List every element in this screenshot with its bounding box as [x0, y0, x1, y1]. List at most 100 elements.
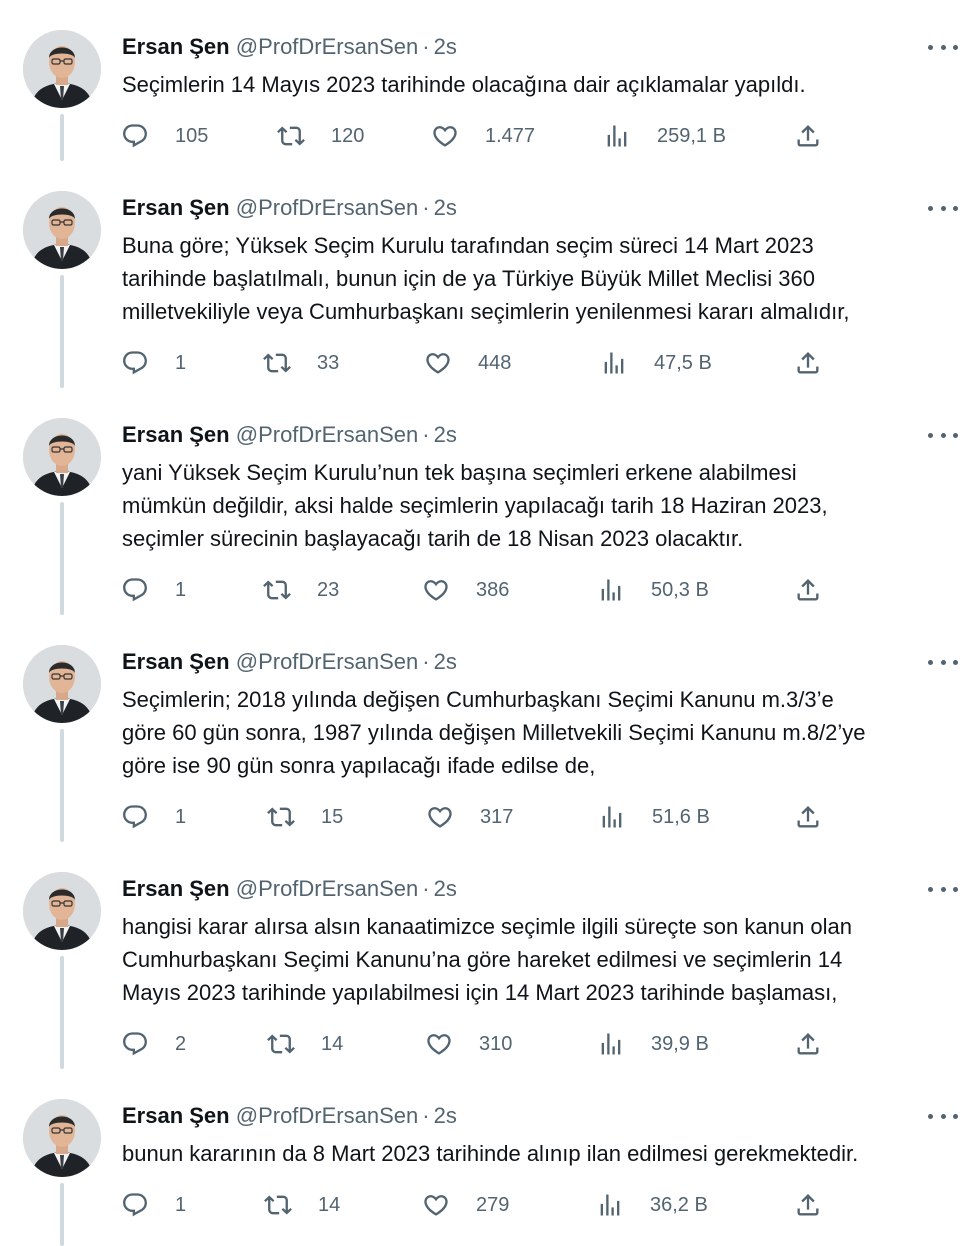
share-icon	[797, 352, 819, 374]
author-handle[interactable]: @ProfDrErsanSen	[236, 649, 419, 674]
like-button[interactable]: 1.477	[431, 116, 535, 156]
views-count: 51,6 B	[652, 805, 710, 828]
share-button[interactable]	[794, 1191, 822, 1219]
views-button[interactable]: 36,2 B	[596, 1185, 708, 1225]
tweet-thread: Ersan Şen @ProfDrErsanSen · 2s Seçimlerin …	[0, 0, 979, 1246]
reply-count: 105	[175, 124, 209, 147]
tweet[interactable]: Ersan Şen @ProfDrErsanSen · 2s bunun karar…	[0, 1069, 979, 1246]
views-icon	[601, 1033, 621, 1055]
author-handle[interactable]: @ProfDrErsanSen	[236, 876, 419, 901]
reply-button[interactable]: 105	[121, 116, 208, 156]
reply-icon	[123, 351, 147, 375]
share-icon	[797, 1033, 819, 1055]
more-icon[interactable]	[928, 876, 958, 902]
views-button[interactable]: 39,9 B	[597, 1024, 709, 1064]
action-bar: 105 120 1.477 259,1 B	[0, 116, 979, 156]
like-button[interactable]: 310	[425, 1024, 512, 1064]
tweet-time[interactable]: 2s	[434, 195, 457, 220]
author-name[interactable]: Ersan Şen	[122, 876, 230, 901]
retweet-button[interactable]: 33	[263, 343, 339, 383]
share-button[interactable]	[794, 576, 822, 604]
share-button[interactable]	[794, 803, 822, 831]
tweet-time[interactable]: 2s	[434, 876, 457, 901]
avatar[interactable]	[23, 872, 101, 950]
reply-button[interactable]: 2	[121, 1024, 186, 1064]
author-handle[interactable]: @ProfDrErsanSen	[236, 34, 419, 59]
views-button[interactable]: 259,1 B	[603, 116, 726, 156]
more-icon[interactable]	[928, 422, 958, 448]
more-icon[interactable]	[928, 649, 958, 675]
author-name[interactable]: Ersan Şen	[122, 422, 230, 447]
reply-icon	[123, 124, 147, 148]
reply-button[interactable]: 1	[121, 1185, 186, 1225]
retweet-button[interactable]: 15	[267, 797, 343, 837]
tweet-header: Ersan Şen @ProfDrErsanSen · 2s	[122, 194, 457, 222]
views-count: 39,9 B	[651, 1032, 709, 1055]
separator-dot: ·	[422, 1103, 430, 1128]
share-icon	[797, 806, 819, 828]
views-button[interactable]: 47,5 B	[600, 343, 712, 383]
tweet-header: Ersan Şen @ProfDrErsanSen · 2s	[122, 33, 457, 61]
like-button[interactable]: 386	[422, 570, 509, 610]
author-name[interactable]: Ersan Şen	[122, 649, 230, 674]
reply-button[interactable]: 1	[121, 343, 186, 383]
tweet-time[interactable]: 2s	[434, 1103, 457, 1128]
share-button[interactable]	[794, 349, 822, 377]
separator-dot: ·	[422, 195, 430, 220]
reply-count: 1	[175, 578, 187, 601]
retweet-button[interactable]: 23	[263, 570, 339, 610]
action-bar: 1 15 317 51,6 B	[0, 797, 979, 837]
avatar[interactable]	[23, 645, 101, 723]
views-button[interactable]: 50,3 B	[597, 570, 709, 610]
share-button[interactable]	[794, 1030, 822, 1058]
like-count: 1.477	[485, 124, 536, 147]
share-icon	[797, 1194, 819, 1216]
retweet-button[interactable]: 14	[267, 1024, 343, 1064]
like-button[interactable]: 317	[426, 797, 513, 837]
tweet-time[interactable]: 2s	[434, 649, 457, 674]
tweet-header: Ersan Şen @ProfDrErsanSen · 2s	[122, 875, 457, 903]
tweet[interactable]: Ersan Şen @ProfDrErsanSen · 2s Seçimlerin;…	[0, 615, 979, 842]
more-icon[interactable]	[928, 34, 958, 60]
action-bar: 1 14 279 36,2 B	[0, 1185, 979, 1225]
retweet-button[interactable]: 120	[277, 116, 364, 156]
views-icon	[602, 806, 622, 828]
more-icon[interactable]	[928, 1103, 958, 1129]
like-button[interactable]: 279	[422, 1185, 509, 1225]
author-name[interactable]: Ersan Şen	[122, 34, 230, 59]
tweet-text: yani Yüksek Seçim Kurulu’nun tek başına …	[122, 460, 828, 551]
tweet-text: Buna göre; Yüksek Seçim Kurulu tarafında…	[122, 233, 850, 324]
avatar[interactable]	[23, 418, 101, 496]
tweet[interactable]: Ersan Şen @ProfDrErsanSen · 2s yani Yüksek…	[0, 388, 979, 615]
reply-button[interactable]: 1	[121, 797, 186, 837]
author-handle[interactable]: @ProfDrErsanSen	[236, 422, 419, 447]
more-icon[interactable]	[928, 195, 958, 221]
views-button[interactable]: 51,6 B	[598, 797, 710, 837]
retweet-count: 120	[331, 124, 365, 147]
reply-button[interactable]: 1	[121, 570, 186, 610]
author-name[interactable]: Ersan Şen	[122, 1103, 230, 1128]
avatar[interactable]	[23, 191, 101, 269]
tweet[interactable]: Ersan Şen @ProfDrErsanSen · 2s Buna göre; …	[0, 161, 979, 388]
views-count: 50,3 B	[651, 578, 709, 601]
retweet-count: 15	[321, 805, 344, 828]
tweet[interactable]: Ersan Şen @ProfDrErsanSen · 2s Seçimlerin …	[0, 0, 979, 161]
like-icon	[427, 1034, 451, 1055]
tweet-time[interactable]: 2s	[434, 422, 457, 447]
share-button[interactable]	[794, 122, 822, 150]
author-handle[interactable]: @ProfDrErsanSen	[236, 1103, 419, 1128]
retweet-button[interactable]: 14	[264, 1185, 340, 1225]
tweet-text: Seçimlerin 14 Mayıs 2023 tarihinde olaca…	[122, 72, 806, 97]
author-name[interactable]: Ersan Şen	[122, 195, 230, 220]
avatar[interactable]	[23, 30, 101, 108]
views-icon	[607, 125, 627, 147]
author-handle[interactable]: @ProfDrErsanSen	[236, 195, 419, 220]
like-count: 279	[476, 1193, 510, 1216]
tweet[interactable]: Ersan Şen @ProfDrErsanSen · 2s hangisi kar…	[0, 842, 979, 1069]
retweet-count: 14	[321, 1032, 344, 1055]
action-bar: 1 23 386 50,3 B	[0, 570, 979, 610]
like-button[interactable]: 448	[424, 343, 511, 383]
tweet-time[interactable]: 2s	[434, 34, 457, 59]
reply-icon	[123, 1193, 147, 1217]
avatar[interactable]	[23, 1099, 101, 1177]
